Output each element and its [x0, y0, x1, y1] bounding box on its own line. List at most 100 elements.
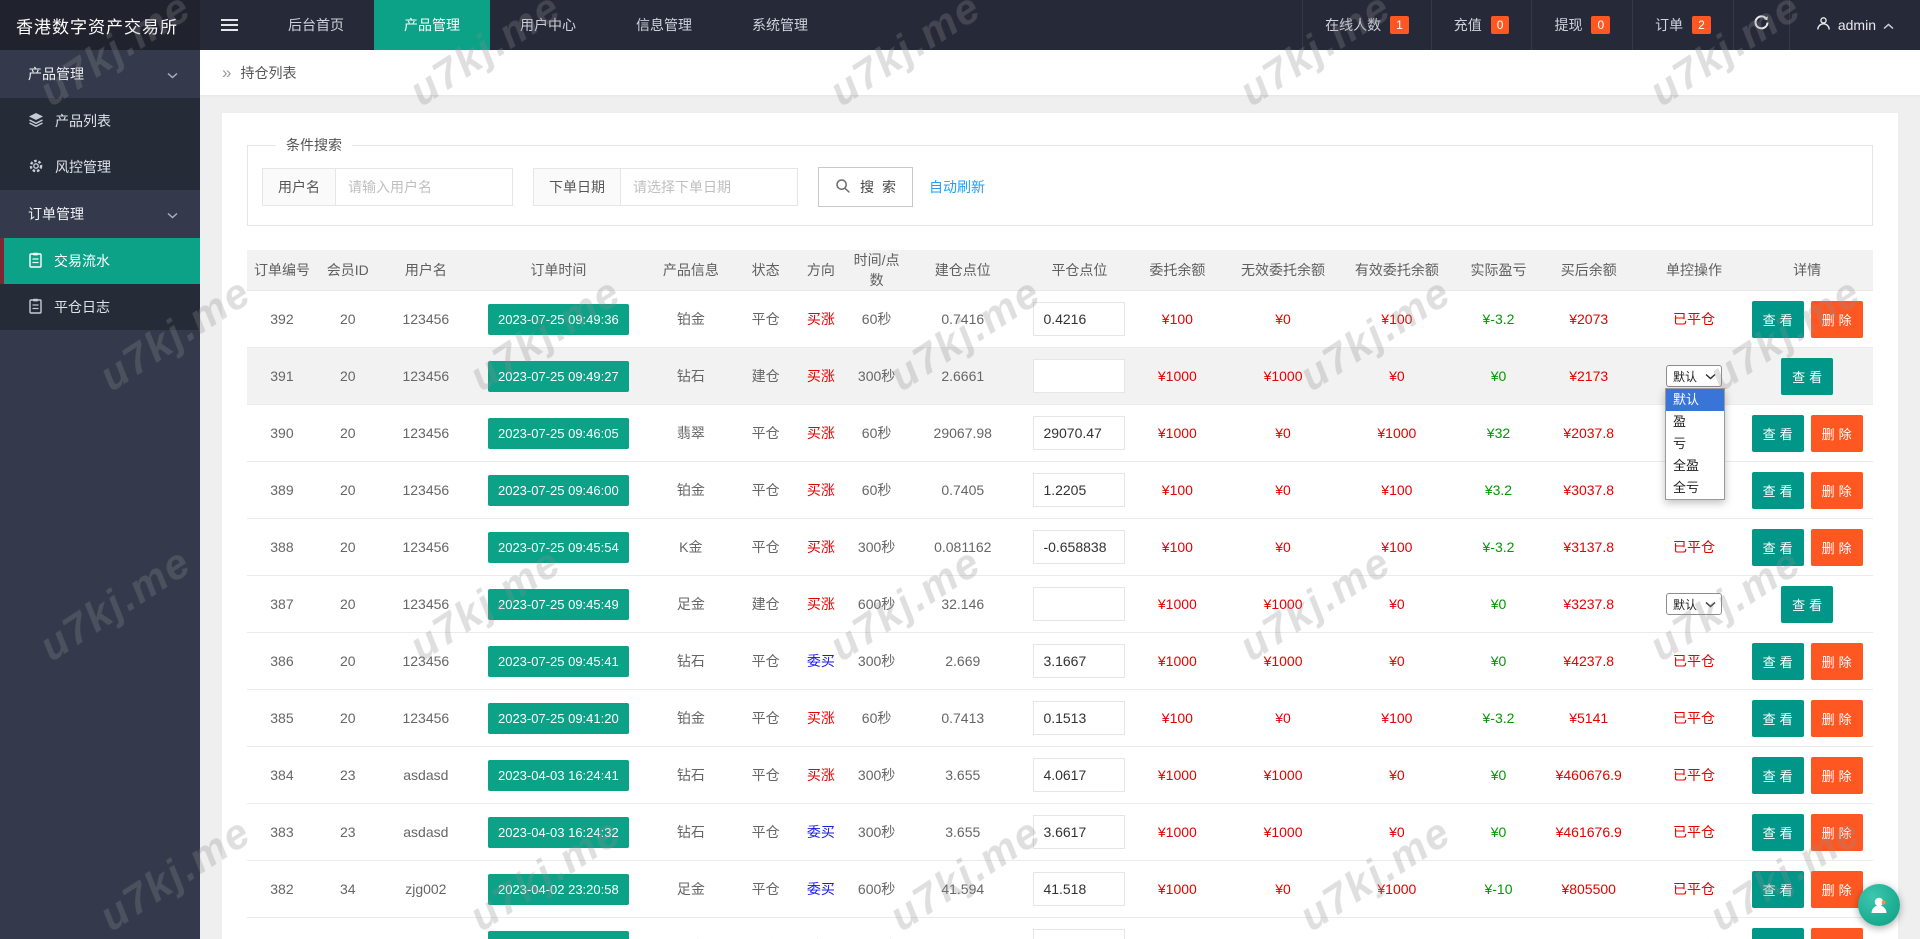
nav-item-system[interactable]: 系统管理	[722, 0, 838, 50]
close-point-input[interactable]	[1033, 872, 1125, 906]
column-header-15: 单控操作	[1647, 250, 1741, 291]
delete-button[interactable]: 删除	[1811, 700, 1863, 737]
delete-button[interactable]: 删除	[1811, 814, 1863, 851]
close-point-input[interactable]	[1033, 302, 1125, 336]
auto-refresh-link[interactable]: 自动刷新	[929, 177, 985, 197]
select-option-2[interactable]: 亏	[1666, 433, 1724, 455]
cell-valid-entrust: ¥1000	[1349, 405, 1466, 462]
nav-item-user-center[interactable]: 用户中心	[490, 0, 606, 50]
view-button[interactable]: 查看	[1752, 529, 1804, 566]
close-point-input[interactable]	[1033, 644, 1125, 678]
view-button[interactable]: 查看	[1752, 757, 1804, 794]
close-point-input[interactable]	[1033, 587, 1125, 621]
order-time-button[interactable]: 2023-04-02 23:20:58	[488, 874, 629, 905]
cell-valid-entrust-value: ¥100	[1381, 710, 1412, 726]
select-option-1[interactable]: 盈	[1666, 411, 1724, 433]
search-button[interactable]: 搜索	[818, 167, 913, 207]
direction-label: 买涨	[807, 710, 835, 726]
order-time-button[interactable]: 2023-07-25 09:45:54	[488, 532, 629, 563]
close-point-input[interactable]	[1033, 473, 1125, 507]
stat-withdraw[interactable]: 提现0	[1531, 0, 1632, 50]
delete-button[interactable]: 删除	[1811, 928, 1863, 939]
sidebar-item-product-list[interactable]: 产品列表	[0, 98, 200, 144]
delete-button[interactable]: 删除	[1811, 529, 1863, 566]
delete-button[interactable]: 删除	[1811, 301, 1863, 338]
sidebar-item-trade-flow-label: 交易流水	[54, 251, 110, 271]
cell-username: 123456	[379, 462, 473, 519]
service-person-icon	[1867, 893, 1891, 917]
nav-item-product[interactable]: 产品管理	[374, 0, 490, 50]
order-time-button[interactable]: 2023-04-03 16:24:32	[488, 817, 629, 848]
sidebar-group-product[interactable]: 产品管理	[0, 50, 200, 98]
chevron-down-icon	[167, 66, 178, 82]
order-time-button[interactable]: 2023-07-25 09:49:36	[488, 304, 629, 335]
close-point-input[interactable]	[1033, 929, 1125, 939]
view-button[interactable]: 查看	[1752, 301, 1804, 338]
select-option-4[interactable]: 全亏	[1666, 477, 1724, 499]
delete-button[interactable]: 删除	[1811, 757, 1863, 794]
gear-icon	[28, 158, 44, 177]
cell-open-point: 0.081162	[927, 519, 1021, 576]
cell-status: 建仓	[738, 576, 793, 633]
close-point-input[interactable]	[1033, 815, 1125, 849]
view-button[interactable]: 查看	[1752, 871, 1804, 908]
sidebar-item-risk-management[interactable]: 风控管理	[0, 144, 200, 190]
view-button[interactable]: 查看	[1781, 358, 1833, 395]
order-time-button[interactable]: 2023-07-25 09:46:00	[488, 475, 629, 506]
delete-button[interactable]: 删除	[1811, 643, 1863, 680]
close-point-input[interactable]	[1033, 416, 1125, 450]
view-button[interactable]: 查看	[1752, 928, 1804, 939]
order-time-button[interactable]: 2023-07-25 09:41:20	[488, 703, 629, 734]
delete-button[interactable]: 删除	[1811, 472, 1863, 509]
close-point-input[interactable]	[1033, 701, 1125, 735]
username-input[interactable]	[335, 168, 513, 206]
table-row-381: 38134zjg0022023-04-02 23:20:55足金平仓委买600秒…	[247, 918, 1873, 939]
view-button[interactable]: 查看	[1781, 586, 1833, 623]
sidebar-item-trade-flow[interactable]: 交易流水	[0, 238, 200, 284]
order-date-input[interactable]	[620, 168, 798, 206]
cell-detail-actions: 查看删除	[1741, 804, 1873, 861]
stat-orders[interactable]: 订单2	[1632, 0, 1733, 50]
view-button[interactable]: 查看	[1752, 700, 1804, 737]
order-time-button[interactable]: 2023-04-02 23:20:55	[488, 931, 629, 939]
customer-service-fab[interactable]	[1858, 884, 1900, 926]
view-button[interactable]: 查看	[1752, 814, 1804, 851]
close-point-input[interactable]	[1033, 530, 1125, 564]
order-time-button[interactable]: 2023-04-03 16:24:41	[488, 760, 629, 791]
view-button[interactable]: 查看	[1752, 472, 1804, 509]
column-header-12: 有效委托余额	[1349, 250, 1466, 291]
cell-direction: 买涨	[793, 462, 848, 519]
stat-online[interactable]: 在线人数1	[1302, 0, 1431, 50]
cell-profit: ¥-10	[1466, 861, 1552, 918]
cell-control: 已平仓	[1647, 861, 1741, 918]
nav-item-home[interactable]: 后台首页	[258, 0, 374, 50]
order-time-button[interactable]: 2023-07-25 09:45:41	[488, 646, 629, 677]
view-button[interactable]: 查看	[1752, 415, 1804, 452]
select-option-3[interactable]: 全盈	[1666, 455, 1724, 477]
cell-invalid-entrust: ¥0	[1239, 690, 1350, 747]
control-select-value: 默认	[1673, 368, 1697, 385]
delete-button[interactable]: 删除	[1811, 415, 1863, 452]
close-point-input[interactable]	[1033, 758, 1125, 792]
order-time-button[interactable]: 2023-07-25 09:46:05	[488, 418, 629, 449]
sidebar-item-close-log[interactable]: 平仓日志	[0, 284, 200, 330]
cell-profit: ¥-3.2	[1466, 519, 1552, 576]
refresh-button[interactable]	[1733, 0, 1789, 50]
cell-valid-entrust-value: ¥1000	[1377, 425, 1416, 441]
control-select[interactable]: 默认	[1666, 365, 1722, 387]
view-button[interactable]: 查看	[1752, 643, 1804, 680]
close-point-input[interactable]	[1033, 359, 1125, 393]
menu-toggle-button[interactable]	[200, 0, 258, 50]
balance-value: ¥3237.8	[1563, 596, 1614, 612]
select-option-0[interactable]: 默认	[1666, 389, 1724, 411]
control-select[interactable]: 默认	[1666, 593, 1722, 615]
admin-menu[interactable]: admin	[1789, 0, 1920, 50]
order-time-button[interactable]: 2023-07-25 09:45:49	[488, 589, 629, 620]
order-time-button[interactable]: 2023-07-25 09:49:27	[488, 361, 629, 392]
cell-entrust-value: ¥100	[1162, 710, 1193, 726]
stat-orders-badge: 2	[1692, 16, 1711, 34]
sidebar-group-order[interactable]: 订单管理	[0, 190, 200, 238]
delete-button[interactable]: 删除	[1811, 871, 1863, 908]
nav-item-info[interactable]: 信息管理	[606, 0, 722, 50]
stat-recharge[interactable]: 充值0	[1431, 0, 1532, 50]
